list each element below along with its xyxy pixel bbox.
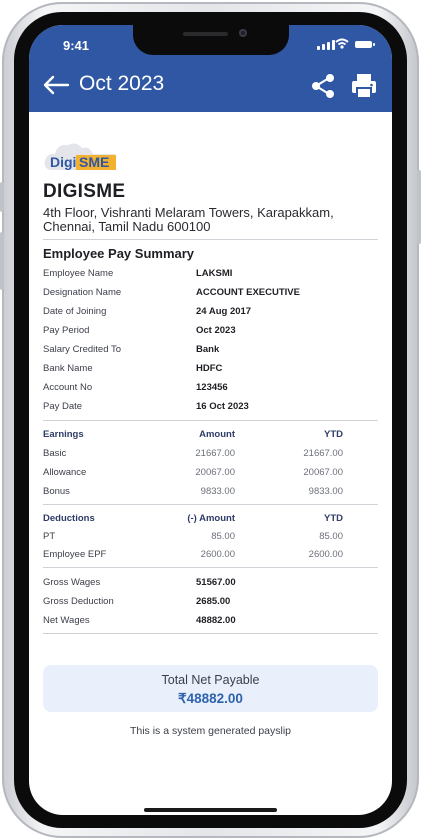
divider (43, 420, 378, 421)
divider (43, 633, 378, 634)
status-time: 9:41 (63, 38, 90, 53)
back-button[interactable] (42, 74, 70, 96)
earnings-row: Bonus 9833.00 9833.00 (43, 483, 378, 501)
summary-value: LAKSMI (196, 268, 233, 279)
net-payable-label: Total Net Payable (161, 673, 260, 687)
summary-label: Designation Name (43, 287, 122, 298)
summary-label: Bank Name (43, 363, 93, 374)
deductions-header-ytd: YTD (324, 513, 343, 524)
deductions-ytd: 85.00 (319, 531, 343, 542)
side-button (0, 182, 4, 212)
screen: 9:41 Oct 2023 Digi SME DIGISME 4th Floor… (29, 25, 392, 815)
deductions-row: Employee EPF 2600.00 2600.00 (43, 546, 378, 564)
earnings-header: Earnings Amount YTD (43, 426, 378, 444)
print-icon (352, 74, 376, 99)
deductions-ytd: 2600.00 (308, 549, 343, 560)
net-payable-value: ₹48882.00 (178, 691, 243, 706)
speaker (183, 32, 228, 36)
volume-up-button (0, 232, 4, 290)
home-indicator[interactable] (144, 808, 277, 812)
company-name: DIGISME (43, 181, 126, 202)
earnings-row: Basic 21667.00 21667.00 (43, 445, 378, 463)
totals-row: Gross Wages 51567.00 (43, 574, 378, 592)
earnings-ytd: 20067.00 (303, 467, 343, 478)
totals-label: Gross Deduction (43, 596, 114, 607)
summary-label: Employee Name (43, 268, 114, 279)
earnings-row: Allowance 20067.00 20067.00 (43, 464, 378, 482)
summary-value: 16 Oct 2023 (196, 401, 249, 412)
summary-label: Account No (43, 382, 93, 393)
summary-value: ACCOUNT EXECUTIVE (196, 287, 300, 298)
app-header: 9:41 Oct 2023 (29, 25, 392, 112)
summary-label: Pay Period (43, 325, 90, 336)
print-button[interactable] (351, 73, 377, 99)
company-address: 4th Floor, Vishranti Melaram Towers, Kar… (43, 205, 334, 234)
totals-value: 48882.00 (196, 615, 236, 626)
summary-value: HDFC (196, 363, 223, 374)
summary-row: Pay Period Oct 2023 (43, 322, 378, 340)
summary-row: Employee Name LAKSMI (43, 265, 378, 283)
wifi-icon (335, 38, 349, 49)
totals-row: Gross Deduction 2685.00 (43, 593, 378, 611)
summary-label: Date of Joining (43, 306, 107, 317)
summary-label: Pay Date (43, 401, 83, 412)
summary-value: Bank (196, 344, 220, 355)
summary-value: 123456 (196, 382, 228, 393)
logo-text-sme: SME (79, 154, 110, 170)
earnings-ytd: 9833.00 (308, 486, 343, 497)
net-payable-card: Total Net Payable ₹48882.00 (43, 665, 378, 712)
totals-value: 51567.00 (196, 577, 236, 588)
section-title: Employee Pay Summary (43, 246, 195, 261)
totals-row: Net Wages 48882.00 (43, 612, 378, 630)
summary-row: Account No 123456 (43, 379, 378, 397)
power-button (417, 170, 421, 244)
camera (239, 29, 247, 37)
totals-value: 2685.00 (196, 596, 231, 607)
totals-label: Gross Wages (43, 577, 101, 588)
logo-text-digi: Digi (50, 154, 77, 170)
summary-value: 24 Aug 2017 (196, 306, 252, 317)
company-logo: Digi SME (43, 138, 129, 178)
signal-icon (317, 40, 335, 50)
summary-label: Salary Credited To (43, 344, 121, 355)
earnings-header-ytd: YTD (324, 429, 343, 440)
deductions-header: Deductions (-) Amount YTD (43, 510, 378, 528)
totals-label: Net Wages (43, 615, 90, 626)
summary-row: Salary Credited To Bank (43, 341, 378, 359)
divider (43, 239, 378, 240)
summary-row: Designation Name ACCOUNT EXECUTIVE (43, 284, 378, 302)
summary-value: Oct 2023 (196, 325, 236, 336)
summary-row: Date of Joining 24 Aug 2017 (43, 303, 378, 321)
summary-row: Pay Date 16 Oct 2023 (43, 398, 378, 416)
divider (43, 504, 378, 505)
footer-note: This is a system generated payslip (129, 725, 292, 737)
share-button[interactable] (311, 73, 335, 99)
arrow-left-icon (43, 75, 70, 95)
divider (43, 567, 378, 568)
deductions-row: PT 85.00 85.00 (43, 528, 378, 546)
notch (133, 25, 289, 55)
battery-icon (355, 41, 375, 48)
share-icon (312, 74, 334, 98)
earnings-ytd: 21667.00 (303, 448, 343, 459)
summary-row: Bank Name HDFC (43, 360, 378, 378)
page-title: Oct 2023 (79, 72, 165, 95)
